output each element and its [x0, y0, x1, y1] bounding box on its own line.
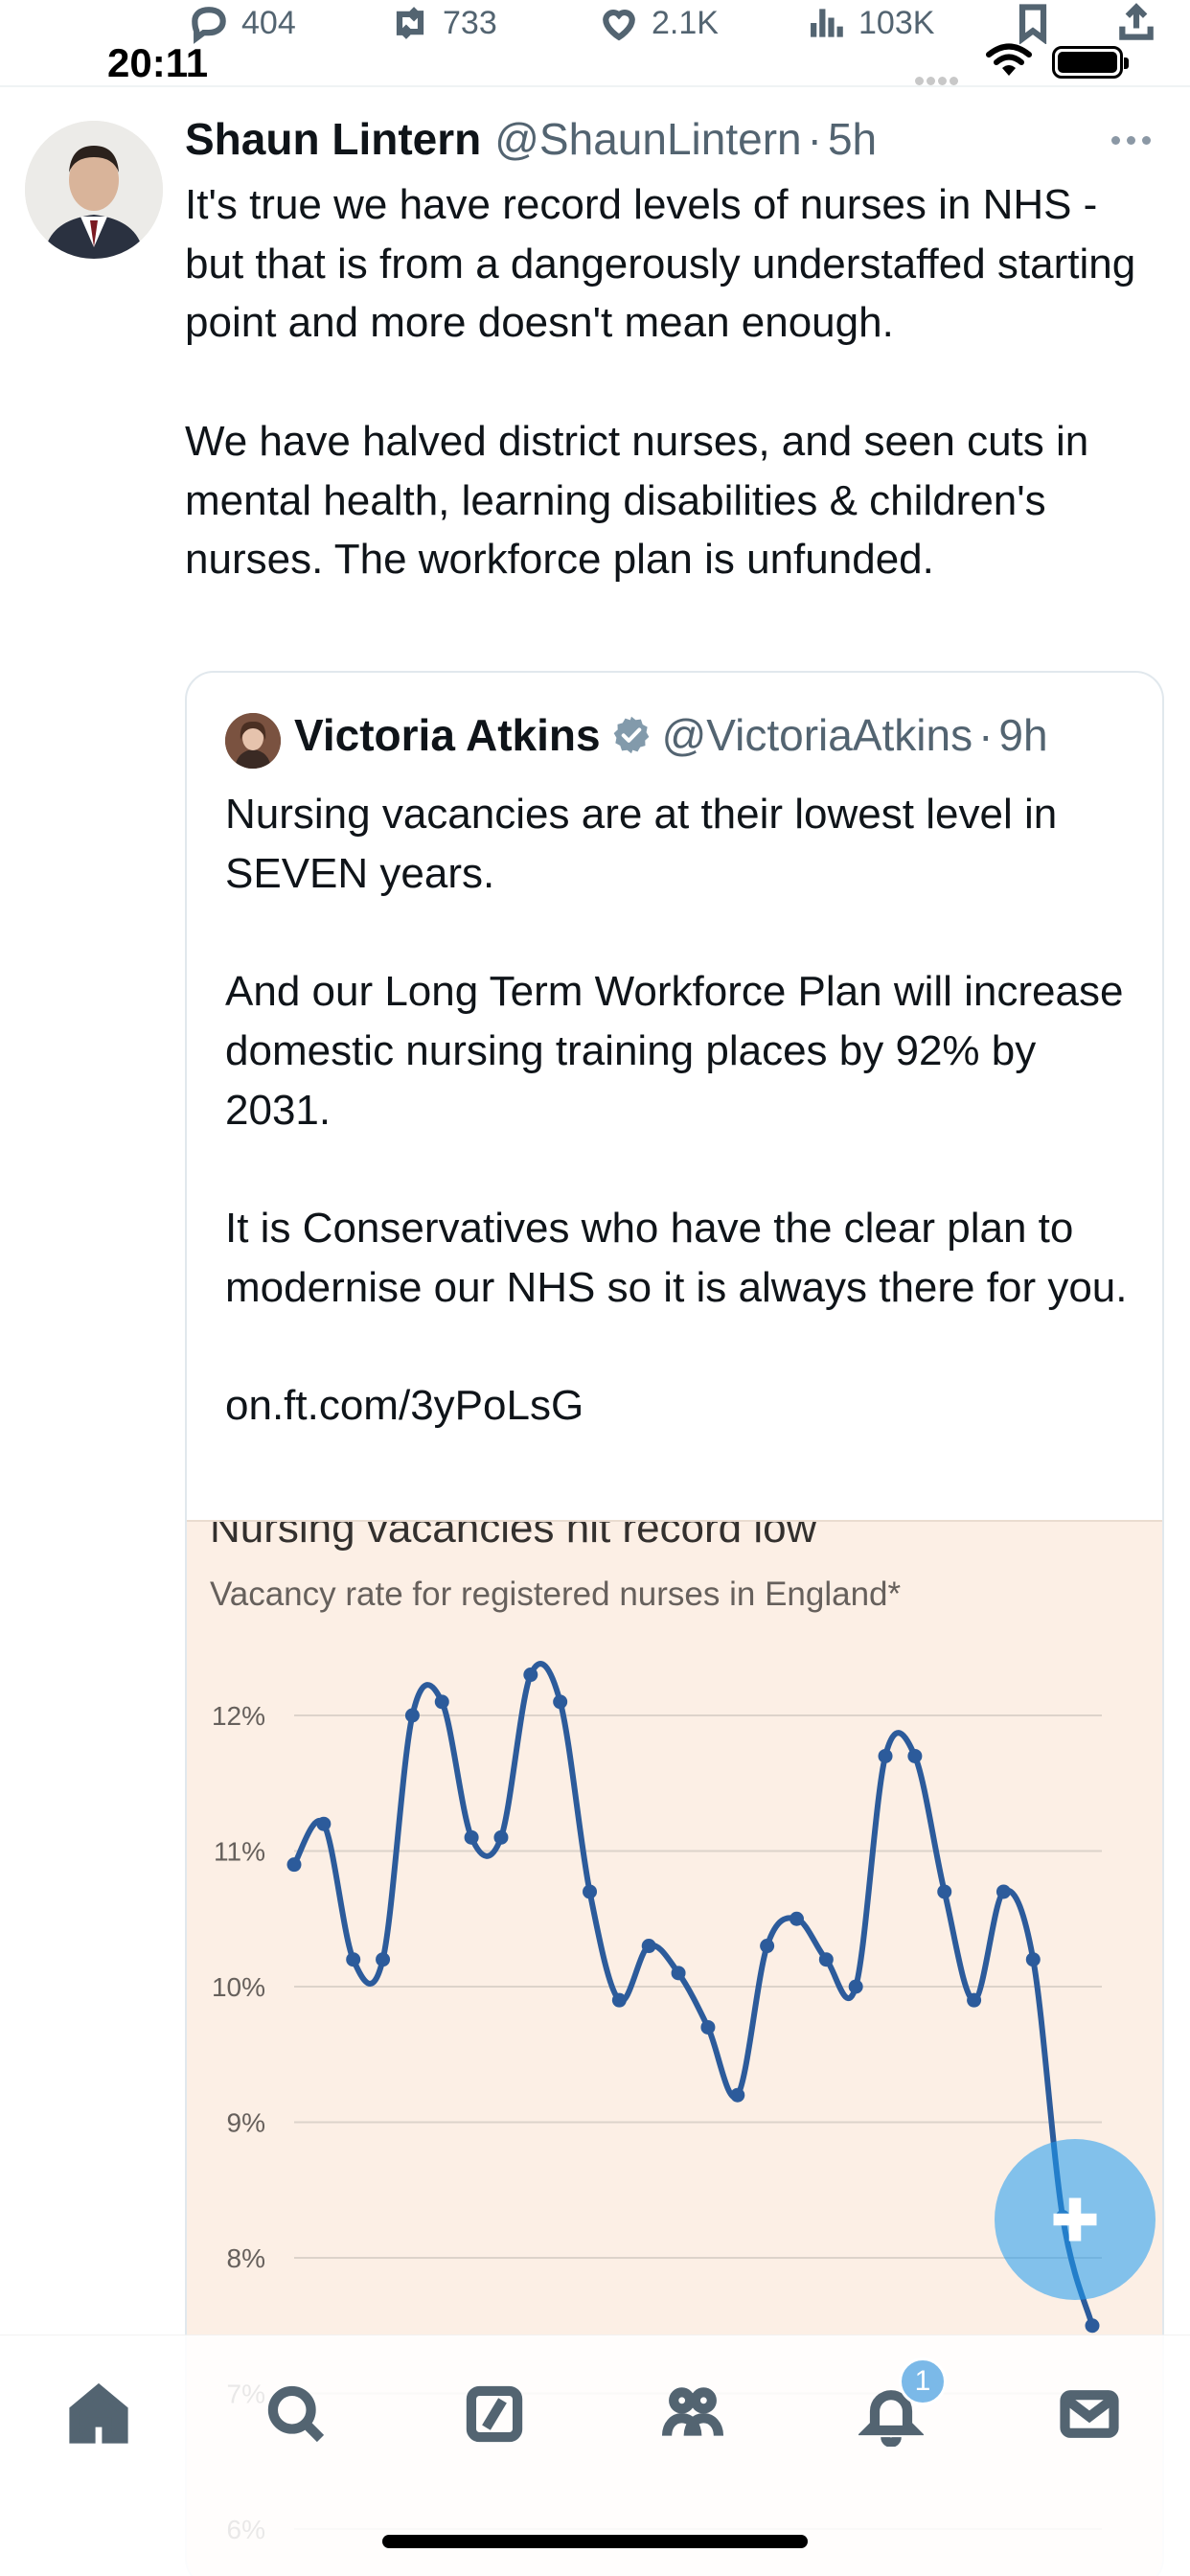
quoted-header-separator: · — [978, 710, 994, 760]
data-point — [464, 1829, 479, 1845]
tweet-divider — [0, 85, 1190, 87]
y-tick-label: 8% — [227, 2243, 265, 2273]
data-point — [583, 1884, 598, 1899]
battery-icon — [1052, 46, 1129, 79]
data-point — [937, 1884, 952, 1899]
header-separator: · — [807, 114, 822, 164]
y-tick-label: 9% — [227, 2108, 265, 2138]
quoted-tweet-card[interactable]: Victoria Atkins @VictoriaAtkins · 9h Nur… — [185, 671, 1164, 2576]
quoted-author-handle: @VictoriaAtkins — [661, 710, 973, 760]
data-point — [404, 1708, 420, 1723]
author-avatar[interactable] — [25, 121, 163, 259]
plus-icon — [1053, 2197, 1097, 2242]
notifications-badge: 1 — [899, 2358, 947, 2405]
data-point — [493, 1829, 509, 1845]
data-point — [730, 2087, 745, 2103]
data-point — [700, 2019, 716, 2035]
quoted-tweet-time: 9h — [998, 710, 1048, 760]
verified-badge-icon — [613, 716, 649, 754]
y-tick-label: 12% — [212, 1701, 265, 1731]
tweet-time[interactable]: 5h — [828, 113, 877, 165]
data-point — [553, 1694, 568, 1710]
quoted-author-name: Victoria Atkins — [294, 710, 601, 760]
data-point — [789, 1911, 804, 1926]
grok-icon — [466, 2385, 523, 2443]
data-point — [523, 1668, 538, 1683]
author-name[interactable]: Shaun Lintern — [185, 113, 481, 165]
more-options-icon[interactable] — [1111, 130, 1159, 150]
data-point — [967, 1992, 982, 2008]
cellular-signal-icon — [915, 73, 973, 85]
data-point — [671, 1966, 686, 1981]
quoted-tweet-header: Victoria Atkins @VictoriaAtkins · 9h — [294, 709, 1048, 761]
data-point — [1085, 2318, 1100, 2334]
data-point — [760, 1939, 775, 1954]
nav-grok[interactable] — [456, 2376, 533, 2452]
nav-communities[interactable] — [654, 2376, 731, 2452]
tweet-text: It's true we have record levels of nurse… — [185, 181, 1136, 584]
data-point — [641, 1939, 656, 1954]
compose-button[interactable] — [995, 2139, 1156, 2300]
tweet-header: Shaun Lintern @ShaunLintern · 5h — [185, 113, 877, 171]
data-point — [434, 1694, 449, 1710]
quoted-tweet-text: Nursing vacancies are at their lowest le… — [225, 791, 1128, 1430]
y-tick-label: 10% — [212, 1972, 265, 2002]
data-point — [1025, 1952, 1041, 1967]
data-point — [995, 1884, 1011, 1899]
home-icon — [69, 2382, 128, 2444]
search-icon — [267, 2385, 325, 2443]
data-point — [611, 1992, 627, 2008]
home-indicator — [382, 2535, 808, 2548]
data-point — [848, 1979, 863, 1994]
quoted-avatar-portrait — [225, 713, 281, 769]
data-point — [286, 1857, 302, 1873]
avatar-portrait — [25, 121, 163, 259]
nav-home[interactable] — [60, 2376, 137, 2452]
data-point — [818, 1952, 834, 1967]
status-time: 20:11 — [107, 40, 209, 85]
y-tick-label: 11% — [214, 1837, 265, 1867]
nav-search[interactable] — [258, 2376, 334, 2452]
data-point — [907, 1748, 923, 1763]
mail-icon — [1060, 2390, 1119, 2438]
data-point — [376, 1952, 391, 1967]
nav-messages[interactable] — [1051, 2376, 1128, 2452]
status-bar: 20:11 — [0, 29, 1190, 86]
communities-icon — [661, 2387, 724, 2437]
data-point — [316, 1816, 332, 1831]
quoted-author-avatar — [225, 713, 281, 769]
author-handle[interactable]: @ShaunLintern — [494, 113, 801, 165]
wifi-icon — [986, 43, 1032, 76]
data-point — [878, 1748, 893, 1763]
data-point — [346, 1952, 361, 1967]
